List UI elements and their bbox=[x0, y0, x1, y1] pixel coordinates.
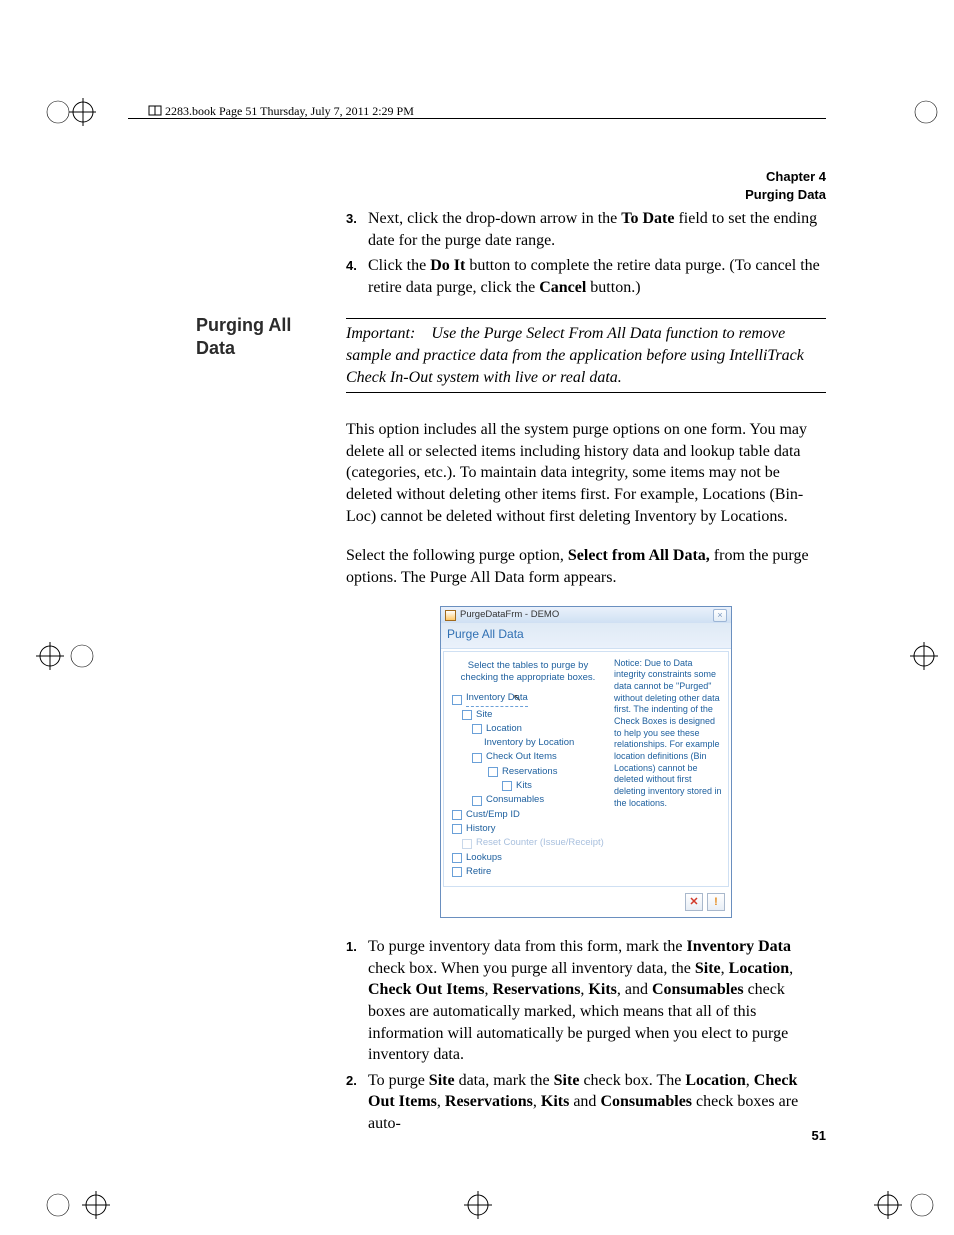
registration-mark-icon bbox=[36, 1165, 126, 1225]
step-number: 1. bbox=[346, 938, 368, 1066]
step-item: 4. Click the Do It button to complete th… bbox=[346, 255, 826, 298]
checkbox-kits[interactable]: Kits bbox=[452, 780, 604, 793]
purge-dialog-screenshot: PurgeDataFrm - DEMO × Purge All Data Sel… bbox=[440, 606, 732, 918]
important-note: Important: Use the Purge Select From All… bbox=[346, 319, 826, 392]
label-inventory-by-location: Inventory by Location bbox=[452, 737, 604, 750]
registration-mark-icon bbox=[22, 630, 112, 690]
checkbox-inventory-data[interactable]: Inventory Data bbox=[452, 692, 604, 707]
checkbox-consumables[interactable]: Consumables bbox=[452, 794, 604, 807]
registration-mark-icon bbox=[894, 630, 954, 690]
page-number: 51 bbox=[812, 1128, 826, 1143]
do-it-button[interactable]: ! bbox=[707, 893, 725, 911]
step-body: To purge Site data, mark the Site check … bbox=[368, 1070, 826, 1135]
registration-mark-icon bbox=[866, 1165, 946, 1225]
step-item: 3. Next, click the drop-down arrow in th… bbox=[346, 208, 826, 251]
dialog-titlebar: PurgeDataFrm - DEMO × bbox=[441, 607, 731, 623]
step-number: 2. bbox=[346, 1072, 368, 1135]
checkbox-icon bbox=[452, 695, 462, 705]
checkbox-icon bbox=[452, 824, 462, 834]
divider bbox=[346, 392, 826, 393]
window-title: PurgeDataFrm - DEMO bbox=[460, 609, 559, 622]
checkbox-reset-counter[interactable]: Reset Counter (Issue/Receipt) bbox=[452, 837, 604, 850]
chapter-heading: Chapter 4 Purging Data bbox=[745, 168, 826, 203]
step-body: Click the Do It button to complete the r… bbox=[368, 255, 826, 298]
dialog-instruction: Select the tables to purge by checking t… bbox=[452, 660, 604, 685]
dialog-form-title: Purge All Data bbox=[441, 623, 731, 648]
checkbox-icon bbox=[488, 767, 498, 777]
step-item: 2. To purge Site data, mark the Site che… bbox=[346, 1070, 826, 1135]
content-column: 3. Next, click the drop-down arrow in th… bbox=[346, 208, 826, 1139]
checkbox-icon bbox=[472, 796, 482, 806]
checkbox-site[interactable]: Site bbox=[452, 709, 604, 722]
step-number: 4. bbox=[346, 257, 368, 298]
section-heading: Purging AllData bbox=[196, 314, 291, 359]
registration-mark-icon bbox=[448, 1165, 508, 1225]
registration-mark-icon bbox=[36, 96, 96, 156]
important-label: Important: bbox=[346, 325, 415, 342]
chapter-title: Purging Data bbox=[745, 186, 826, 204]
checkbox-icon bbox=[452, 810, 462, 820]
checkbox-history[interactable]: History bbox=[452, 823, 604, 836]
checkbox-icon bbox=[462, 710, 472, 720]
step-body: To purge inventory data from this form, … bbox=[368, 936, 826, 1066]
checkbox-icon bbox=[462, 839, 472, 849]
registration-mark-icon bbox=[906, 96, 946, 136]
paragraph: Select the following purge option, Selec… bbox=[346, 545, 826, 588]
checkbox-cust-emp-id[interactable]: Cust/Emp ID bbox=[452, 809, 604, 822]
checkbox-reservations[interactable]: Reservations bbox=[452, 766, 604, 779]
checkbox-lookups[interactable]: Lookups bbox=[452, 852, 604, 865]
step-body: Next, click the drop-down arrow in the T… bbox=[368, 208, 826, 251]
paragraph: This option includes all the system purg… bbox=[346, 419, 826, 527]
checkbox-icon bbox=[452, 867, 462, 877]
checkbox-icon bbox=[472, 753, 482, 763]
checkbox-retire[interactable]: Retire bbox=[452, 866, 604, 879]
step-item: 1. To purge inventory data from this for… bbox=[346, 936, 826, 1066]
book-icon bbox=[148, 105, 162, 117]
cursor-icon: ↖ bbox=[513, 692, 521, 706]
checkbox-icon bbox=[502, 781, 512, 791]
app-icon bbox=[445, 610, 456, 621]
document-page: 2283.book Page 51 Thursday, July 7, 2011… bbox=[0, 0, 954, 1235]
cancel-button[interactable]: ✕ bbox=[685, 893, 703, 911]
checkbox-location[interactable]: Location bbox=[452, 723, 604, 736]
chapter-number: Chapter 4 bbox=[745, 168, 826, 186]
window-close-button[interactable]: × bbox=[713, 609, 727, 622]
important-body: Use the Purge Select From All Data funct… bbox=[346, 325, 804, 385]
step-number: 3. bbox=[346, 210, 368, 251]
dialog-notice: Notice: Due to Data integrity constraint… bbox=[608, 658, 722, 881]
checkbox-icon bbox=[472, 724, 482, 734]
checkbox-check-out-items[interactable]: Check Out Items bbox=[452, 751, 604, 764]
crop-header-text: 2283.book Page 51 Thursday, July 7, 2011… bbox=[148, 104, 414, 119]
crop-header-label: 2283.book Page 51 Thursday, July 7, 2011… bbox=[165, 104, 414, 118]
checkbox-icon bbox=[452, 853, 462, 863]
